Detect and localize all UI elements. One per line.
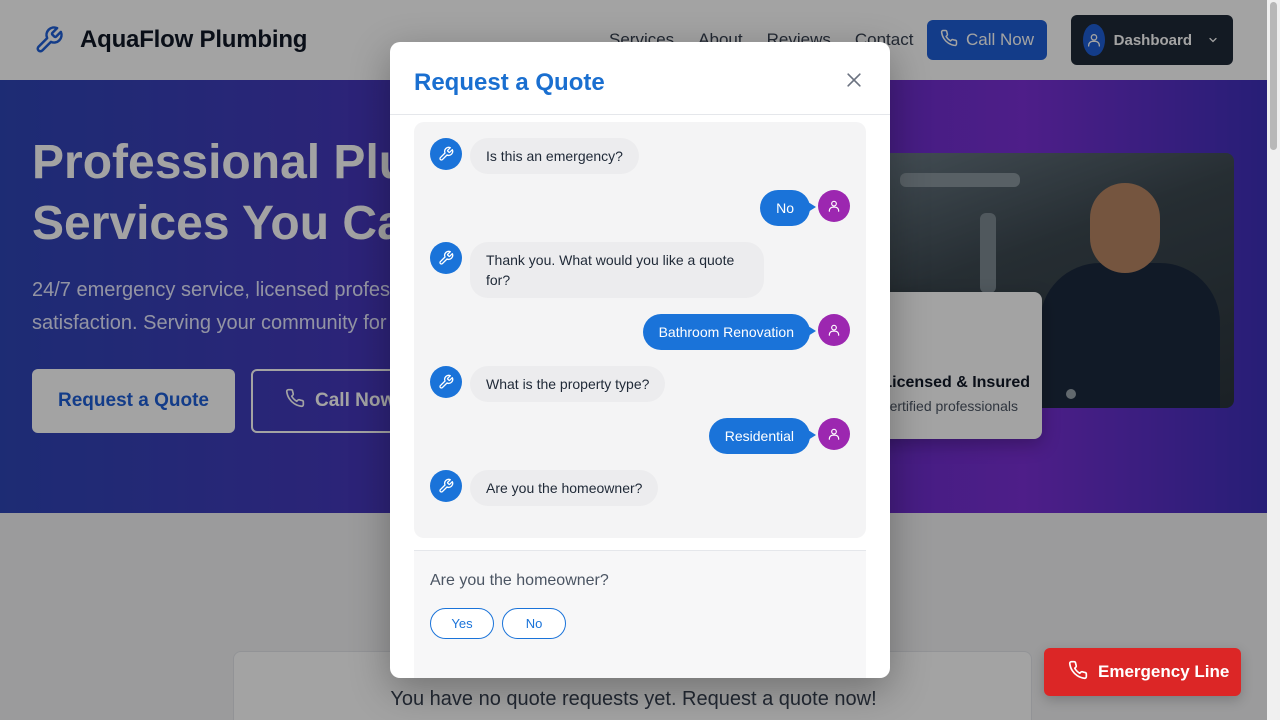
wrench-icon: [430, 242, 462, 274]
modal-divider: [390, 114, 890, 115]
scrollbar-thumb[interactable]: [1270, 2, 1277, 150]
bot-message: Are you the homeowner?: [470, 470, 659, 506]
wrench-icon: [430, 138, 462, 170]
bot-message: Thank you. What would you like a quote f…: [470, 242, 764, 298]
emergency-line-button[interactable]: Emergency Line: [1044, 648, 1241, 696]
answer-prompt: Are you the homeowner?: [430, 572, 609, 589]
choice-no-button[interactable]: No: [502, 608, 566, 639]
user-icon: [818, 314, 850, 346]
bot-message: Is this an emergency?: [470, 138, 639, 174]
chat-log: Is this an emergency? No Thank you. What…: [414, 122, 866, 538]
phone-icon: [1068, 660, 1088, 685]
user-message: Residential: [708, 418, 817, 454]
emergency-label: Emergency Line: [1098, 662, 1230, 681]
choice-yes-button[interactable]: Yes: [430, 608, 494, 639]
page-scrollbar[interactable]: [1267, 0, 1280, 720]
modal-title: Request a Quote: [414, 69, 605, 96]
bot-message: What is the property type?: [470, 366, 666, 402]
user-icon: [818, 418, 850, 450]
user-icon: [818, 190, 850, 222]
quote-modal: Request a Quote Is this an emergency? No…: [390, 42, 890, 678]
close-icon[interactable]: [840, 66, 868, 94]
answer-panel: Are you the homeowner? Yes No: [414, 550, 866, 678]
wrench-icon: [430, 366, 462, 398]
user-message: No: [760, 190, 816, 226]
user-message: Bathroom Renovation: [642, 314, 817, 350]
wrench-icon: [430, 470, 462, 502]
